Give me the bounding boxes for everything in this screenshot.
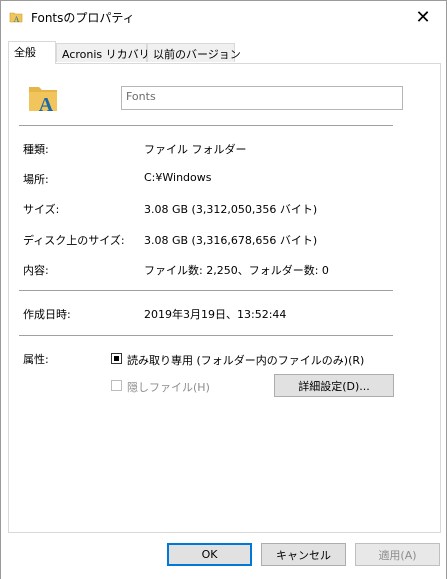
created-value: 2019年3月19日、13:52:44 <box>144 308 287 321</box>
readonly-label[interactable]: 読み取り専用 (フォルダー内のファイルのみ)(R) <box>127 352 364 368</box>
apply-button[interactable]: 適用(A) <box>355 543 440 566</box>
created-label: 作成日時: <box>23 308 71 321</box>
cancel-button[interactable]: キャンセル <box>261 543 346 566</box>
size-label: サイズ: <box>23 203 60 216</box>
hidden-label[interactable]: 隠しファイル(H) <box>127 379 210 395</box>
type-label: 種類: <box>23 143 49 156</box>
contents-label: 内容: <box>23 264 49 277</box>
folder-name-field[interactable]: Fonts <box>121 86 403 110</box>
folder-small-icon: A <box>9 12 23 24</box>
size-on-disk-label: ディスク上のサイズ: <box>23 234 125 247</box>
size-on-disk-value: 3.08 GB (3,316,678,656 バイト) <box>144 234 318 247</box>
svg-text:A: A <box>39 94 54 115</box>
type-value: ファイル フォルダー <box>144 143 247 156</box>
separator <box>19 125 393 126</box>
location-value: C:¥Windows <box>144 171 212 184</box>
svg-text:A: A <box>14 15 20 24</box>
tab-previous-versions[interactable]: 以前のバージョン <box>147 43 241 62</box>
ok-button[interactable]: OK <box>167 543 252 566</box>
size-value: 3.08 GB (3,312,050,356 バイト) <box>144 203 318 216</box>
general-panel <box>8 63 441 533</box>
tab-general[interactable]: 全般 <box>8 41 56 64</box>
separator <box>19 335 393 336</box>
close-icon: ✕ <box>415 6 431 28</box>
window-title: Fontsのプロパティ <box>31 11 135 25</box>
advanced-button[interactable]: 詳細設定(D)... <box>274 374 394 397</box>
close-button[interactable]: ✕ <box>400 1 446 33</box>
properties-window: A Fontsのプロパティ ✕ 全般 Acronis リカバリ 以前のバージョン… <box>0 0 447 579</box>
location-label: 場所: <box>23 173 49 186</box>
attributes-label: 属性: <box>23 353 49 366</box>
title-bar[interactable]: A Fontsのプロパティ ✕ <box>1 1 446 33</box>
fonts-folder-icon: A <box>29 87 57 115</box>
contents-value: ファイル数: 2,250、フォルダー数: 0 <box>144 264 329 277</box>
tab-acronis-recovery[interactable]: Acronis リカバリ <box>56 43 150 62</box>
hidden-checkbox[interactable] <box>111 380 122 391</box>
bottom-edge <box>1 569 446 579</box>
separator <box>19 290 393 291</box>
readonly-checkbox[interactable] <box>111 353 122 364</box>
